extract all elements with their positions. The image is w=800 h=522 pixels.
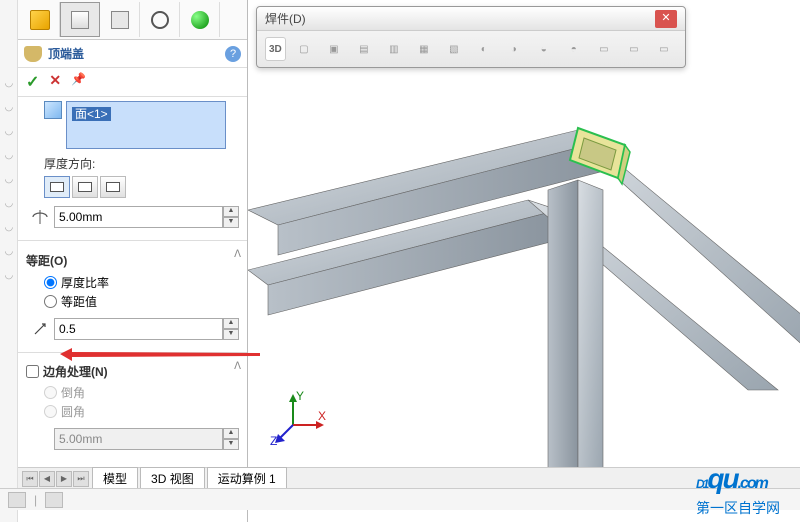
viewport[interactable]: 焊件(D) ✕ 3D ▢ ▣ ▤ ▥ ▦ ▧ ◐ ◑ ◒ ◓ ▭ ▭ ▭	[248, 0, 800, 522]
fillet-radio	[44, 405, 57, 418]
target-icon	[151, 11, 169, 29]
tool-button[interactable]: ▭	[592, 37, 616, 61]
thickness-icon	[30, 207, 50, 227]
tab-nav-last[interactable]: ⏭	[73, 471, 89, 487]
status-icon[interactable]	[8, 492, 26, 508]
ratio-radio[interactable]	[44, 276, 57, 289]
tool-dot[interactable]: ◡	[5, 150, 13, 158]
cube-icon	[30, 10, 50, 30]
tool-dot[interactable]: ◡	[5, 246, 13, 254]
weldment-button[interactable]: ▢	[292, 37, 316, 61]
tab-3d-view[interactable]: 3D 视图	[140, 467, 205, 490]
tool-dot[interactable]: ◡	[5, 198, 13, 206]
status-icon[interactable]	[45, 492, 63, 508]
tab-dimxpert[interactable]	[140, 2, 180, 37]
corner-input	[54, 428, 223, 450]
watermark: D1qu.com 第一区自学网	[696, 455, 780, 518]
tool-button[interactable]: ◓	[562, 37, 586, 61]
sphere-icon	[191, 11, 209, 29]
end-cap-icon	[24, 46, 42, 62]
offset-input[interactable]	[54, 318, 223, 340]
help-icon[interactable]: ?	[225, 46, 241, 62]
tool-button[interactable]: ◒	[532, 37, 556, 61]
corner-value-icon	[30, 429, 50, 449]
dir-both-button[interactable]	[100, 176, 126, 198]
sketch-3d-button[interactable]: 3D	[265, 37, 286, 61]
tool-dot[interactable]: ◡	[5, 102, 13, 110]
tool-dot[interactable]: ◡	[5, 174, 13, 182]
svg-text:X: X	[318, 409, 326, 423]
tab-nav-first[interactable]: ⏮	[22, 471, 38, 487]
dir-outward-button[interactable]	[44, 176, 70, 198]
collapse-icon[interactable]: ᐱ	[234, 361, 241, 372]
face-selection-box[interactable]: 面<1>	[66, 101, 226, 149]
gusset-button[interactable]: ▧	[442, 37, 466, 61]
tree-icon	[111, 11, 129, 29]
chamfer-label: 倒角	[61, 384, 85, 401]
tab-model[interactable]: 模型	[92, 467, 138, 490]
tool-dot[interactable]: ◡	[5, 222, 13, 230]
trim-button[interactable]: ▤	[352, 37, 376, 61]
end-cap-button[interactable]: ▦	[412, 37, 436, 61]
direction-buttons	[44, 176, 239, 198]
svg-text:Y: Y	[296, 390, 304, 403]
pushpin-icon[interactable]: 📌	[71, 72, 86, 92]
offset-value-label: 等距值	[61, 293, 97, 310]
tab-feature-manager[interactable]	[20, 2, 60, 37]
thickness-dir-label: 厚度方向:	[44, 155, 239, 172]
tool-dot[interactable]: ◡	[5, 78, 13, 86]
face-icon	[44, 101, 62, 119]
svg-text:Z: Z	[270, 434, 277, 448]
model-rendering	[248, 60, 800, 480]
corner-header[interactable]: 边角处理(N)	[43, 363, 108, 380]
fillet-label: 圆角	[61, 403, 85, 420]
offset-header[interactable]: 等距(O)	[26, 249, 239, 272]
accept-row: ✓ ✕ 📌	[18, 68, 247, 97]
collapse-icon[interactable]: ᐱ	[234, 249, 241, 260]
offset-value-radio[interactable]	[44, 295, 57, 308]
cancel-button[interactable]: ✕	[49, 72, 61, 92]
tab-config-manager[interactable]	[100, 2, 140, 37]
offset-section: 等距(O) ᐱ 厚度比率 等距值 ▲▼	[18, 245, 247, 348]
tab-nav-prev[interactable]: ◀	[39, 471, 55, 487]
feature-header: 顶端盖 ?	[18, 40, 247, 68]
extend-button[interactable]: ▥	[382, 37, 406, 61]
corner-spinner: ▲▼	[223, 428, 239, 450]
property-panel: 顶端盖 ? ✓ ✕ 📌 面<1> 厚度方向:	[18, 0, 248, 522]
ok-button[interactable]: ✓	[26, 72, 39, 92]
left-tool-strip: ◡ ◡ ◡ ◡ ◡ ◡ ◡ ◡ ◡	[0, 0, 18, 522]
corner-section: 边角处理(N) ᐱ 倒角 圆角 ▲▼	[18, 357, 247, 458]
offset-spinner[interactable]: ▲▼	[223, 318, 239, 340]
tab-property-manager[interactable]	[60, 2, 100, 37]
list-icon	[71, 11, 89, 29]
origin-triad: Y X Z	[268, 390, 328, 450]
corner-checkbox[interactable]	[26, 365, 39, 378]
tool-button[interactable]: ▭	[622, 37, 646, 61]
tool-button[interactable]: ▭	[652, 37, 676, 61]
weldment-toolbar: 焊件(D) ✕ 3D ▢ ▣ ▤ ▥ ▦ ▧ ◐ ◑ ◒ ◓ ▭ ▭ ▭	[256, 6, 686, 68]
dir-inward-button[interactable]	[72, 176, 98, 198]
tool-dot[interactable]: ◡	[5, 270, 13, 278]
bottom-tab-bar: ⏮ ◀ ▶ ⏭ 模型 3D 视图 运动算例 1	[18, 467, 800, 489]
toolbar-title: 焊件(D)	[265, 10, 306, 27]
tab-nav-next[interactable]: ▶	[56, 471, 72, 487]
feature-title: 顶端盖	[48, 45, 84, 62]
tab-appearance[interactable]	[180, 2, 220, 37]
tool-dot[interactable]: ◡	[5, 126, 13, 134]
face-item[interactable]: 面<1>	[72, 107, 111, 121]
ratio-label: 厚度比率	[61, 274, 109, 291]
panel-tabs	[18, 0, 247, 40]
structural-member-button[interactable]: ▣	[322, 37, 346, 61]
fillet-bead-button[interactable]: ◐	[472, 37, 496, 61]
status-bar: |	[0, 488, 800, 510]
weld-bead-button[interactable]: ◑	[502, 37, 526, 61]
params-section: 面<1> 厚度方向: ▲▼	[18, 97, 247, 236]
close-button[interactable]: ✕	[655, 10, 677, 28]
tab-motion-study[interactable]: 运动算例 1	[207, 467, 287, 490]
chamfer-radio	[44, 386, 57, 399]
offset-icon	[30, 319, 50, 339]
thickness-spinner[interactable]: ▲▼	[223, 206, 239, 228]
thickness-input[interactable]	[54, 206, 223, 228]
